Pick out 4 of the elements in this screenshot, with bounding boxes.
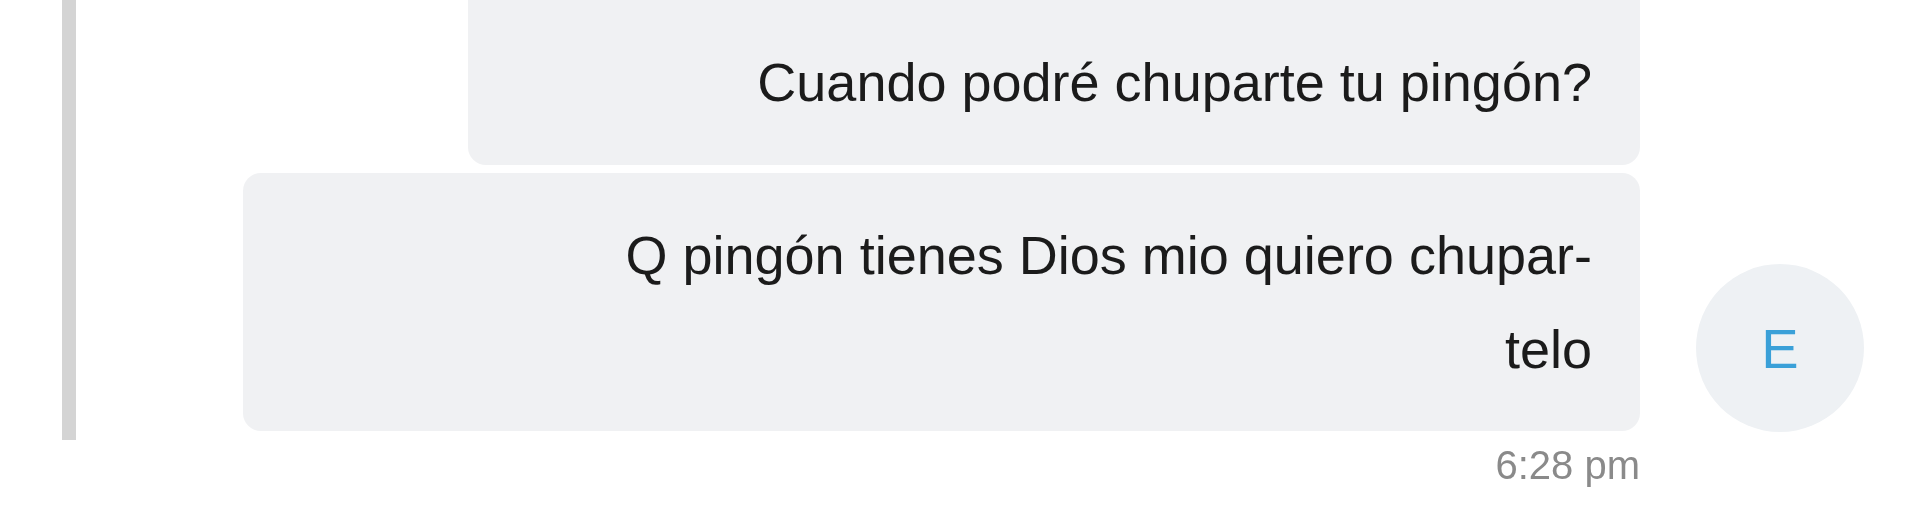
message-text: Q pingón tienes Dios mio quiero chupar- telo (625, 223, 1592, 381)
avatar: E (1696, 264, 1864, 432)
message-text: Cuando podré chuparte tu pingón? (757, 51, 1592, 115)
message-time: 6:28 pm (1495, 443, 1640, 488)
